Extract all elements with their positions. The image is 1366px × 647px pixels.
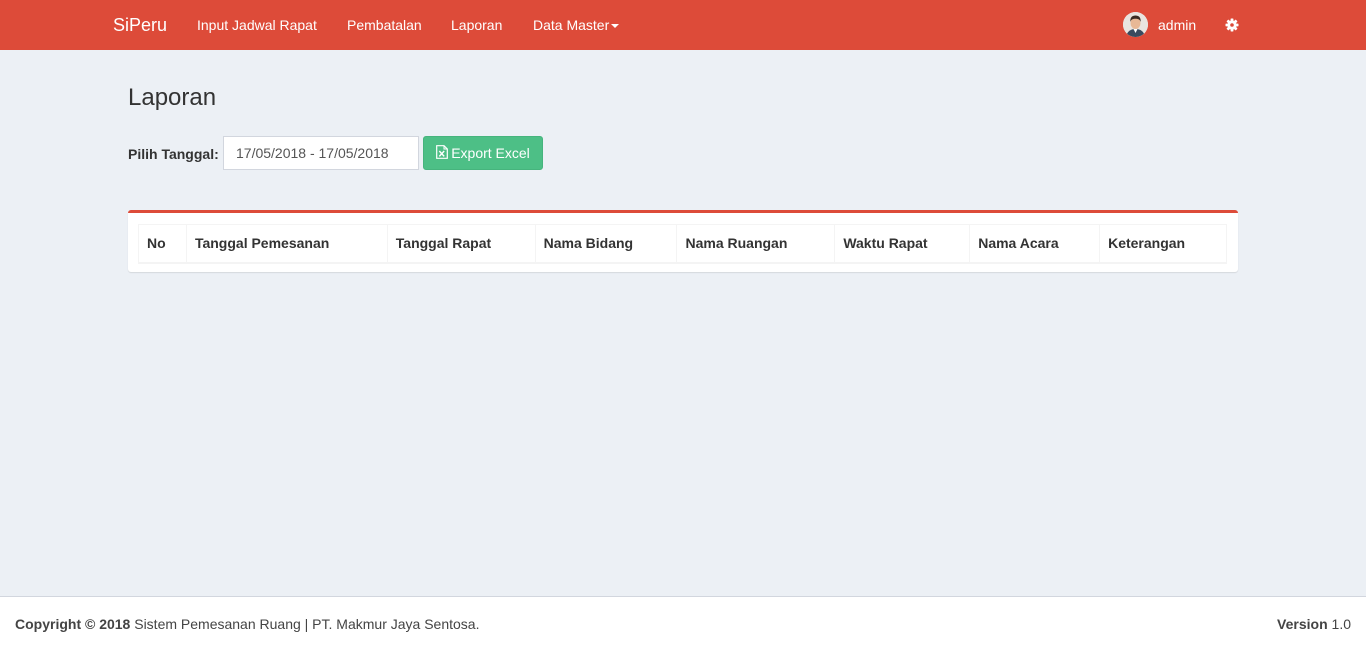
column-header[interactable]: Tanggal Pemesanan: [185, 224, 388, 264]
filter-date-label: Pilih Tanggal:: [128, 146, 219, 162]
report-box: No Tanggal Pemesanan Tanggal Rapat Nama …: [128, 210, 1238, 272]
nav-data-master-dropdown[interactable]: Data Master: [533, 16, 620, 34]
export-excel-label: Export Excel: [451, 145, 530, 161]
column-header[interactable]: Nama Acara: [969, 224, 1101, 264]
version-label: Version: [1277, 616, 1328, 632]
gear-icon[interactable]: [1224, 17, 1240, 33]
user-name[interactable]: admin: [1158, 16, 1196, 34]
nav-data-master-label: Data Master: [533, 17, 610, 33]
caret-down-icon: [611, 24, 620, 29]
column-header[interactable]: Waktu Rapat: [834, 224, 971, 264]
version-value: 1.0: [1327, 616, 1351, 632]
footer-copyright: Copyright © 2018 Sistem Pemesanan Ruang …: [15, 615, 479, 633]
user-avatar[interactable]: [1123, 12, 1148, 37]
report-table: No Tanggal Pemesanan Tanggal Rapat Nama …: [138, 224, 1227, 264]
nav-input-jadwal-rapat[interactable]: Input Jadwal Rapat: [197, 16, 317, 34]
column-header[interactable]: Nama Bidang: [534, 224, 678, 264]
copyright-text: Sistem Pemesanan Ruang | PT. Makmur Jaya…: [130, 616, 480, 632]
export-excel-button[interactable]: Export Excel: [423, 136, 543, 170]
nav-pembatalan[interactable]: Pembatalan: [347, 16, 422, 34]
column-header[interactable]: Nama Ruangan: [676, 224, 836, 264]
column-header[interactable]: Tanggal Rapat: [386, 224, 536, 264]
column-header[interactable]: Keterangan: [1099, 224, 1227, 264]
copyright-year: Copyright © 2018: [15, 616, 131, 632]
top-navbar: SiPeru Input Jadwal Rapat Pembatalan Lap…: [0, 0, 1366, 50]
page-title: Laporan: [128, 84, 217, 111]
brand-logo[interactable]: SiPeru: [113, 14, 167, 36]
nav-laporan[interactable]: Laporan: [451, 16, 502, 34]
footer-version: Version 1.0: [1277, 615, 1351, 633]
date-range-input[interactable]: [223, 136, 419, 170]
file-excel-icon: [436, 144, 449, 162]
table-header-row: No Tanggal Pemesanan Tanggal Rapat Nama …: [138, 224, 1227, 264]
footer: Copyright © 2018 Sistem Pemesanan Ruang …: [0, 596, 1366, 647]
column-header[interactable]: No: [138, 224, 187, 264]
